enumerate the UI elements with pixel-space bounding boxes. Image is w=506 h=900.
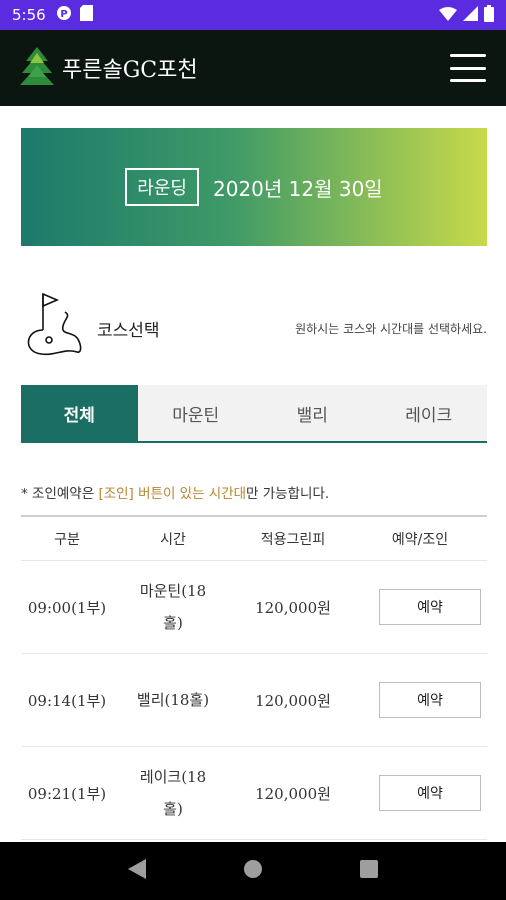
row-course: 마운틴(18홀) bbox=[139, 582, 207, 632]
status-bar: 5:56 P bbox=[0, 0, 506, 30]
row-course: 레이크(18홀) bbox=[139, 768, 207, 818]
course-select-section: 코스선택 원하시는 코스와 시간대를 선택하세요. bbox=[21, 288, 487, 368]
notice-suffix: 만 가능합니다. bbox=[246, 486, 330, 502]
header-green-fee: 적용그린피 bbox=[260, 531, 326, 548]
tee-time-table: 구분 시간 적용그린피 예약/조인 09:00(1부) 마운틴(18홀) 120… bbox=[21, 515, 487, 840]
hamburger-menu-icon[interactable] bbox=[450, 54, 486, 82]
header-time: 시간 bbox=[160, 531, 186, 548]
row-fee: 120,000원 bbox=[255, 691, 331, 710]
svg-text:P: P bbox=[60, 9, 67, 20]
row-action: 예약 bbox=[353, 589, 487, 625]
battery-icon bbox=[484, 4, 494, 26]
tab-all[interactable]: 전체 bbox=[21, 385, 138, 441]
sd-card-icon bbox=[79, 5, 93, 25]
brand-name: 푸른솔GC포천 bbox=[62, 58, 198, 83]
brand-logo[interactable]: 푸른솔GC포천 bbox=[20, 47, 198, 89]
notification-p-icon: P bbox=[56, 5, 72, 25]
table-row: 09:00(1부) 마운틴(18홀) 120,000원 예약 bbox=[21, 561, 487, 654]
android-nav-bar bbox=[0, 842, 506, 900]
row-course: 밸리(18홀) bbox=[136, 691, 210, 709]
course-tabs: 전체 마운틴 밸리 레이크 bbox=[21, 385, 487, 443]
tab-mountain[interactable]: 마운틴 bbox=[138, 385, 255, 441]
row-time: 09:21(1부) bbox=[27, 784, 107, 803]
course-select-description: 원하시는 코스와 시간대를 선택하세요. bbox=[295, 321, 487, 336]
reserve-button[interactable]: 예약 bbox=[379, 682, 481, 718]
join-notice: * 조인예약은 [조인] 버튼이 있는 시간대만 가능합니다. bbox=[21, 482, 487, 502]
wifi-icon bbox=[439, 6, 457, 25]
reserve-button[interactable]: 예약 bbox=[379, 775, 481, 811]
back-icon[interactable] bbox=[128, 859, 147, 883]
row-fee: 120,000원 bbox=[255, 598, 331, 617]
row-action: 예약 bbox=[353, 682, 487, 718]
pine-tree-logo-icon bbox=[20, 47, 54, 89]
row-time: 09:14(1부) bbox=[27, 691, 107, 710]
table-row: 09:21(1부) 레이크(18홀) 120,000원 예약 bbox=[21, 747, 487, 840]
tab-valley[interactable]: 밸리 bbox=[254, 385, 371, 441]
table-row: 09:14(1부) 밸리(18홀) 120,000원 예약 bbox=[21, 654, 487, 747]
golf-flag-icon bbox=[21, 290, 85, 366]
recents-icon[interactable] bbox=[359, 860, 378, 882]
app-header: 푸른솔GC포천 bbox=[0, 30, 506, 106]
round-badge: 라운딩 bbox=[125, 168, 199, 206]
notice-highlight: [조인] 버튼이 있는 시간대 bbox=[98, 486, 247, 502]
round-date-banner: 라운딩 2020년 12월 30일 bbox=[21, 128, 487, 246]
tab-lake[interactable]: 레이크 bbox=[371, 385, 488, 441]
row-fee: 120,000원 bbox=[255, 784, 331, 803]
signal-icon bbox=[463, 5, 478, 25]
reserve-button[interactable]: 예약 bbox=[379, 589, 481, 625]
home-icon[interactable] bbox=[243, 859, 263, 883]
round-date: 2020년 12월 30일 bbox=[212, 176, 383, 201]
row-action: 예약 bbox=[353, 775, 487, 811]
status-time: 5:56 bbox=[12, 6, 46, 24]
course-select-title: 코스선택 bbox=[97, 320, 160, 341]
header-division: 구분 bbox=[54, 531, 80, 548]
notice-prefix: * 조인예약은 bbox=[21, 486, 99, 502]
table-header: 구분 시간 적용그린피 예약/조인 bbox=[21, 515, 487, 561]
header-reserve-join: 예약/조인 bbox=[391, 531, 449, 548]
row-time: 09:00(1부) bbox=[27, 598, 107, 617]
